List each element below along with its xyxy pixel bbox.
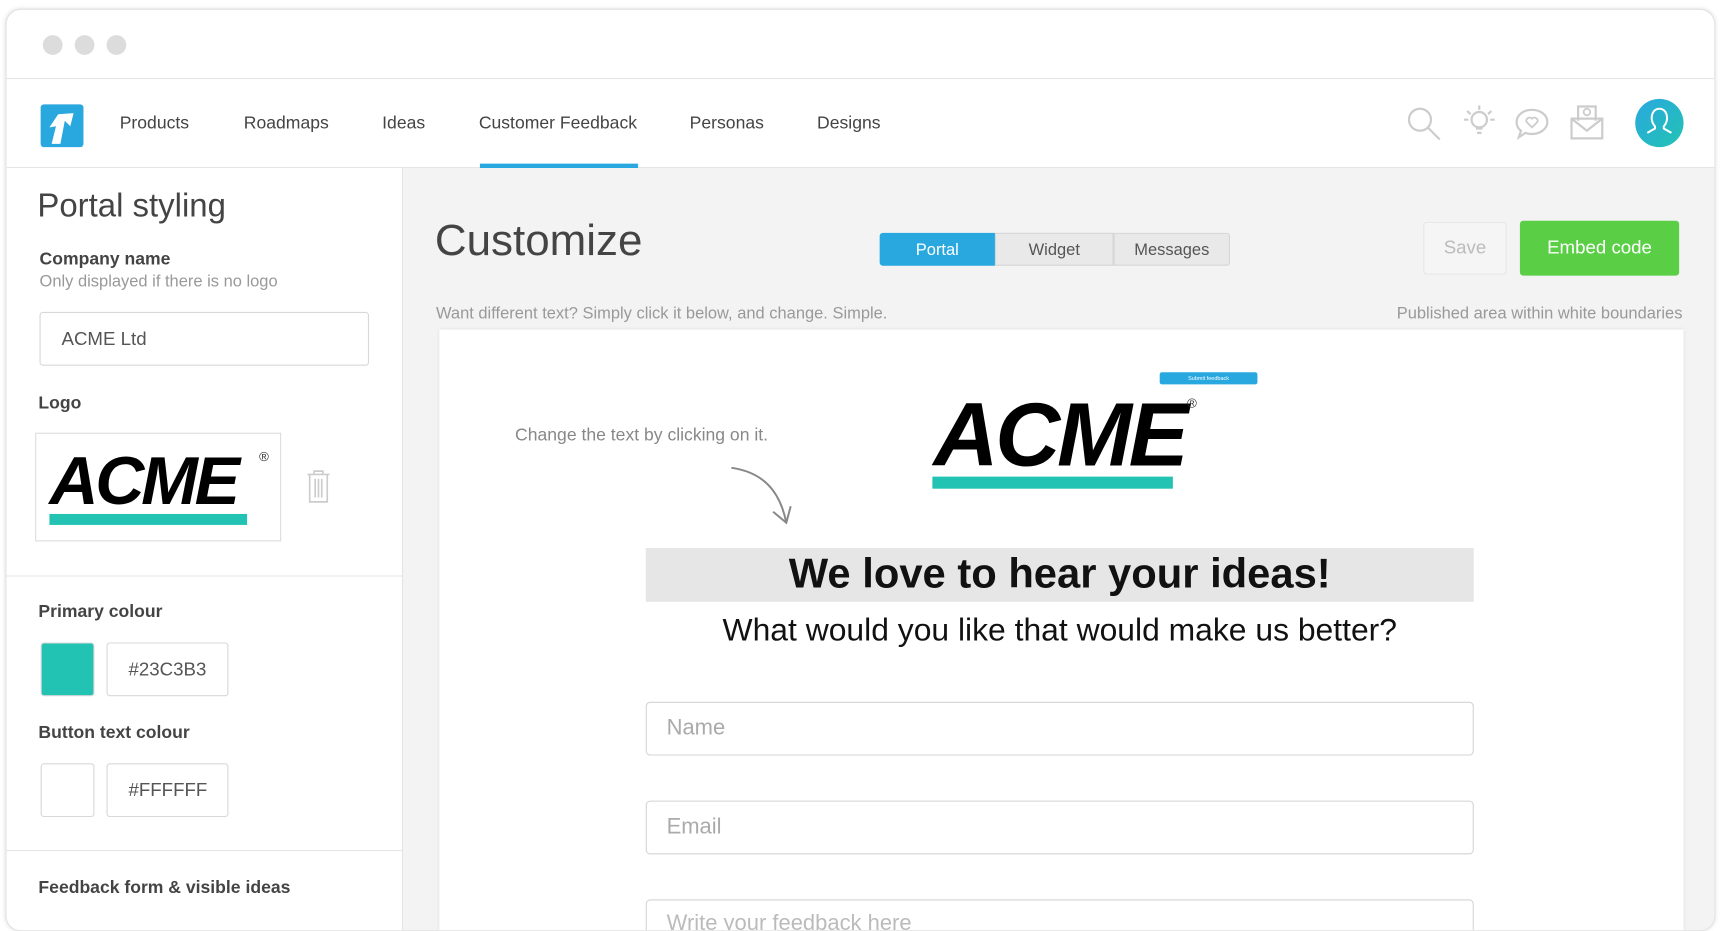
sidebar-title: Portal styling (37, 187, 226, 225)
top-navbar: Products Roadmaps Ideas Customer Feedbac… (6, 77, 1715, 169)
button-text-colour-swatch[interactable] (40, 763, 95, 818)
curved-arrow-icon (731, 466, 792, 525)
submit-feedback-button[interactable]: Submit feedback (1159, 372, 1258, 385)
logo-preview[interactable]: ACME ® (35, 432, 282, 542)
hint-right: Published area within white boundaries (1396, 304, 1683, 323)
trash-icon[interactable] (305, 469, 331, 504)
contact-envelope-icon[interactable] (1568, 103, 1605, 143)
feedback-form-label[interactable]: Feedback form & visible ideas (38, 879, 290, 899)
window-minimize-dot[interactable] (74, 35, 95, 55)
company-name-input[interactable]: ACME Ltd (39, 311, 369, 366)
preview-logo-underline-bar (932, 476, 1173, 489)
primary-colour-value: #23C3B3 (128, 658, 207, 680)
nav-products[interactable]: Products (120, 114, 189, 134)
name-input[interactable]: Name (645, 701, 1474, 756)
nav-designs[interactable]: Designs (817, 114, 880, 134)
nav-roadmaps[interactable]: Roadmaps (244, 114, 329, 134)
save-button[interactable]: Save (1423, 221, 1507, 275)
portal-preview-canvas: Submit feedback ACME ® Change the text b… (439, 329, 1684, 931)
button-text-colour-label: Button text colour (38, 723, 190, 743)
nav-ideas[interactable]: Ideas (382, 114, 425, 134)
window-close-dot[interactable] (42, 35, 63, 55)
chat-heart-icon[interactable] (1513, 105, 1550, 142)
logo-label: Logo (38, 394, 82, 413)
headline-text[interactable]: We love to hear your ideas! (645, 548, 1474, 602)
company-name-help: Only displayed if there is no logo (39, 272, 278, 292)
preview-logo-wordmark[interactable]: ACME (933, 384, 1188, 487)
window-maximize-dot[interactable] (106, 35, 127, 55)
customize-panel: Customize Portal Widget Messages Save Em… (403, 168, 1715, 931)
divider (6, 850, 404, 852)
registered-mark: ® (1187, 395, 1197, 411)
tab-portal[interactable]: Portal (879, 232, 995, 266)
search-icon[interactable] (1406, 105, 1443, 142)
button-text-colour-input[interactable]: #FFFFFF (106, 763, 229, 818)
email-input[interactable]: Email (645, 800, 1474, 855)
tab-widget[interactable]: Widget (994, 232, 1114, 266)
divider (6, 575, 404, 577)
feedback-placeholder: Write your feedback here (666, 911, 912, 931)
nav-personas[interactable]: Personas (690, 114, 764, 134)
logo-underline-bar (49, 513, 248, 525)
primary-colour-swatch[interactable] (40, 642, 95, 697)
registered-mark: ® (259, 449, 269, 465)
browser-window: Products Roadmaps Ideas Customer Feedbac… (5, 8, 1716, 931)
annotation-text: Change the text by clicking on it. (515, 426, 769, 445)
feedback-textarea[interactable]: Write your feedback here (645, 899, 1474, 931)
primary-colour-label: Primary colour (38, 602, 163, 622)
tab-messages[interactable]: Messages (1113, 232, 1230, 266)
primary-colour-input[interactable]: #23C3B3 (106, 642, 229, 697)
app-logo[interactable] (40, 104, 84, 148)
user-avatar[interactable] (1635, 98, 1684, 148)
button-text-colour-value: #FFFFFF (128, 779, 208, 801)
subheadline-text[interactable]: What would you like that would make us b… (646, 613, 1474, 649)
company-name-value: ACME Ltd (61, 327, 147, 349)
page-title: Customize (434, 216, 643, 265)
user-avatar-icon (1646, 107, 1672, 134)
name-placeholder: Name (666, 716, 726, 741)
hint-left: Want different text? Simply click it bel… (435, 304, 888, 323)
lightbulb-icon[interactable] (1461, 103, 1498, 143)
nav-customer-feedback[interactable]: Customer Feedback (479, 114, 637, 134)
email-placeholder: Email (666, 814, 722, 840)
logo-wordmark: ACME (49, 443, 240, 520)
embed-code-button[interactable]: Embed code (1519, 220, 1680, 276)
sidebar-portal-styling: Portal styling Company name Only display… (6, 168, 404, 931)
company-name-label: Company name (39, 250, 171, 270)
